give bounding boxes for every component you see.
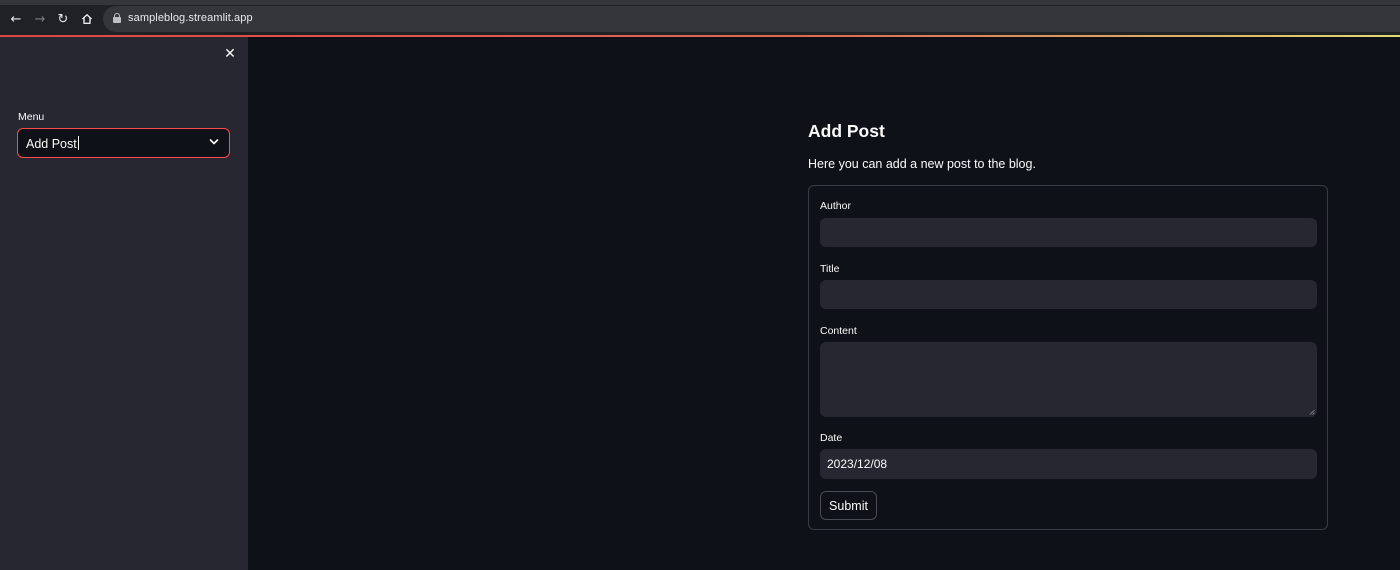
page-title: Add Post xyxy=(808,121,885,141)
page-subtitle: Here you can add a new post to the blog. xyxy=(808,157,1036,171)
date-label: Date xyxy=(820,432,843,444)
browser-toolbar: ← → ↻ sampleblog.streamlit.app xyxy=(0,0,1400,37)
tab-strip-edge xyxy=(0,0,1400,5)
resize-grip-icon[interactable] xyxy=(1309,409,1315,415)
text-cursor xyxy=(77,136,79,150)
content-textarea[interactable] xyxy=(820,342,1317,417)
title-input[interactable] xyxy=(820,280,1317,309)
date-input[interactable]: 2023/12/08 xyxy=(820,449,1317,479)
menu-label: Menu xyxy=(18,111,45,123)
add-post-form: Author Title Content Date 2023/12/08 Sub… xyxy=(808,185,1328,530)
author-input[interactable] xyxy=(820,218,1317,247)
address-bar[interactable]: sampleblog.streamlit.app xyxy=(103,6,1400,32)
date-value: 2023/12/08 xyxy=(827,457,888,471)
chevron-down-icon[interactable] xyxy=(209,138,219,146)
forward-arrow-icon[interactable]: → xyxy=(30,9,50,29)
menu-selected-text: Add Post xyxy=(26,137,77,151)
url-text: sampleblog.streamlit.app xyxy=(128,12,253,24)
author-label: Author xyxy=(820,200,851,212)
lock-icon xyxy=(113,13,121,23)
content-label: Content xyxy=(820,325,857,337)
close-icon[interactable]: ✕ xyxy=(221,45,239,63)
menu-select[interactable]: Add Post xyxy=(17,128,230,158)
back-arrow-icon[interactable]: ← xyxy=(6,9,26,29)
reload-icon[interactable]: ↻ xyxy=(53,9,73,29)
home-icon-glyph xyxy=(82,14,92,24)
home-icon[interactable] xyxy=(77,9,97,29)
submit-button[interactable]: Submit xyxy=(820,491,877,520)
menu-select-value: Add Post xyxy=(26,136,79,151)
sidebar: ✕ Menu Add Post xyxy=(0,37,248,570)
title-label: Title xyxy=(820,263,840,275)
main-content: Add Post Here you can add a new post to … xyxy=(248,37,1400,570)
